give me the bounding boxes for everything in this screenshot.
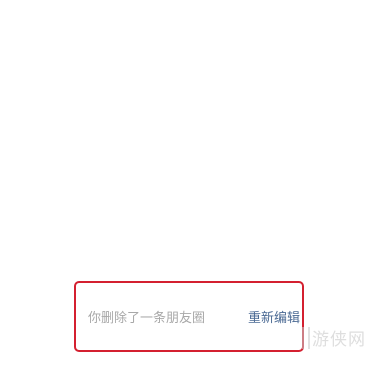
- deleted-moment-notice: 你删除了一条朋友圈 重新编辑: [88, 306, 300, 326]
- deleted-notice-text: 你删除了一条朋友圈: [88, 310, 206, 326]
- site-watermark: 游侠网: [302, 325, 366, 350]
- watermark-text: 游侠网: [312, 330, 366, 350]
- watermark-logo-icon: [302, 326, 310, 349]
- reedit-link[interactable]: 重新编辑: [248, 307, 300, 326]
